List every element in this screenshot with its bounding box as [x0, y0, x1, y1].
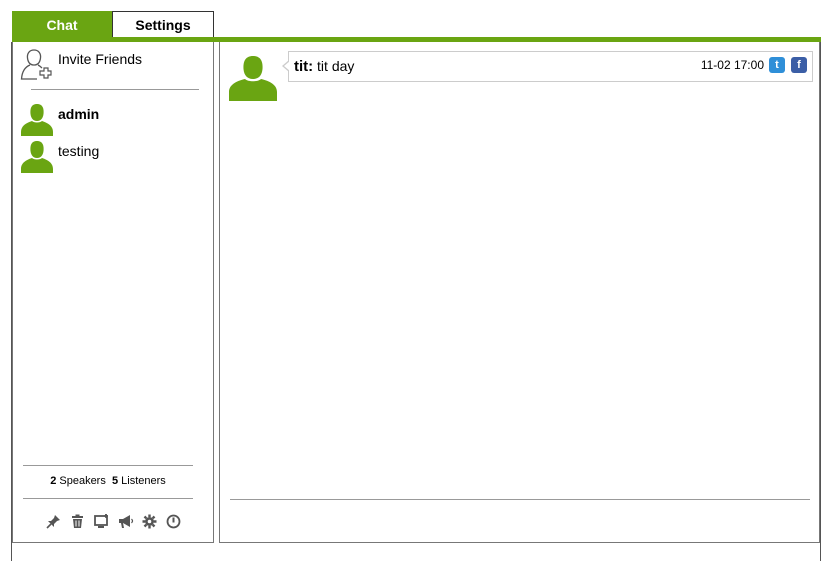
screen-share-icon[interactable]: [93, 513, 110, 530]
divider: [31, 89, 199, 90]
message-text: tit day: [317, 58, 355, 74]
message-content: tit: tit day: [294, 58, 354, 75]
trash-icon[interactable]: [69, 513, 86, 530]
invite-friends-label: Invite Friends: [58, 51, 143, 67]
user-name: admin: [58, 106, 100, 122]
tab-settings[interactable]: Settings: [112, 11, 214, 38]
power-icon[interactable]: [165, 513, 182, 530]
frame-right-border: [820, 42, 821, 561]
invite-friends-button[interactable]: Invite Friends: [20, 48, 142, 87]
user-item-testing[interactable]: testing: [20, 139, 99, 178]
room-stats: 2 Speakers 5 Listeners: [23, 475, 193, 487]
listeners-label: Listeners: [121, 475, 166, 487]
message-author: tit:: [294, 58, 314, 75]
sidebar-toolbar: [45, 513, 182, 530]
gear-icon[interactable]: [141, 513, 158, 530]
divider: [23, 465, 193, 466]
tab-chat[interactable]: Chat: [12, 11, 112, 38]
user-item-admin[interactable]: admin: [20, 102, 99, 141]
facebook-share-icon[interactable]: f: [791, 57, 807, 73]
listeners-count: 5: [111, 475, 119, 487]
twitter-share-icon[interactable]: t: [769, 57, 785, 73]
add-user-icon: [20, 48, 52, 87]
message-timestamp: 11-02 17:00: [700, 58, 764, 72]
megaphone-icon[interactable]: [117, 513, 134, 530]
chat-area: tit: tit day 11-02 17:00 t f: [219, 42, 820, 543]
divider: [23, 498, 193, 499]
speakers-count: 2: [50, 475, 57, 487]
chat-message-input[interactable]: [230, 502, 810, 538]
user-name: testing: [58, 143, 100, 159]
speakers-label: Speakers: [59, 475, 106, 487]
user-avatar-icon: [20, 102, 54, 141]
input-divider: [230, 499, 810, 500]
user-avatar-icon: [20, 139, 54, 178]
pin-icon[interactable]: [45, 513, 62, 530]
user-avatar-icon: [228, 56, 278, 106]
chat-message: tit: tit day 11-02 17:00 t f: [282, 51, 813, 82]
user-sidebar: Invite Friends admin testing 2 Speakers …: [12, 42, 214, 543]
